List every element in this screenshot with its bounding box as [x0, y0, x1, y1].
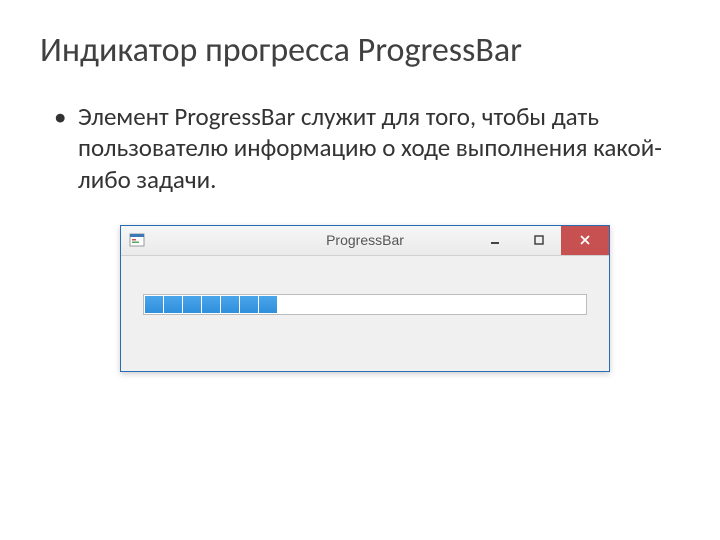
app-icon	[129, 232, 145, 248]
progress-block	[164, 296, 182, 313]
bullet-list: Элемент ProgressBar служит для того, что…	[40, 101, 680, 195]
progress-block	[202, 296, 220, 313]
caption-buttons	[473, 226, 609, 255]
progress-bar	[143, 294, 587, 315]
close-button[interactable]	[561, 226, 609, 255]
maximize-button[interactable]	[517, 226, 561, 255]
progress-block	[240, 296, 258, 313]
slide-title: Индикатор прогресса ProgressBar	[40, 30, 680, 71]
close-icon	[579, 234, 591, 246]
progress-block	[259, 296, 277, 313]
bullet-item: Элемент ProgressBar служит для того, что…	[50, 101, 680, 195]
window-titlebar: ProgressBar	[121, 226, 609, 256]
minimize-button[interactable]	[473, 226, 517, 255]
maximize-icon	[534, 235, 544, 245]
window-title: ProgressBar	[326, 232, 404, 248]
window-screenshot: ProgressBar	[120, 225, 610, 372]
window-client-area	[121, 256, 609, 371]
progress-block	[221, 296, 239, 313]
progress-block	[183, 296, 201, 313]
minimize-icon	[490, 235, 500, 245]
progress-block	[145, 296, 163, 313]
